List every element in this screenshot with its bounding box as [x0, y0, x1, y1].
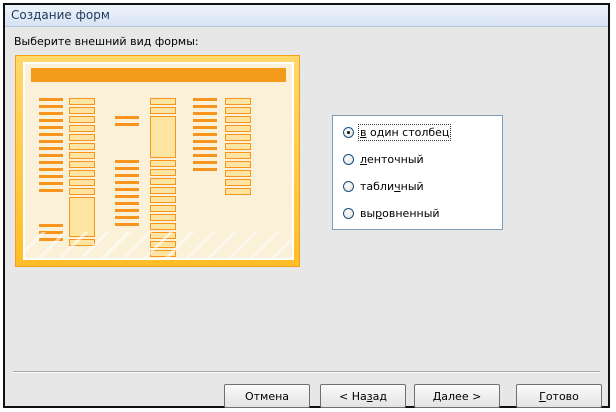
- layout-preview-image: [23, 62, 294, 260]
- option-tabular-radio[interactable]: [343, 153, 354, 165]
- preview-label-column-1: [39, 98, 63, 196]
- preview-label-column-3: [193, 98, 217, 175]
- back-button[interactable]: < На з ад: [320, 384, 406, 408]
- option-tabular-label[interactable]: ленточный: [360, 153, 424, 166]
- preview-label-column-1b: [39, 224, 63, 245]
- layout-options-group: в один столбец ленточный табличный выров…: [332, 115, 503, 230]
- option-justified-radio[interactable]: [343, 207, 354, 219]
- option-columnar[interactable]: в один столбец: [343, 123, 452, 141]
- dialog-body: Выберите внешний вид формы: в один столб…: [5, 27, 608, 408]
- next-button[interactable]: Далее >: [414, 384, 500, 408]
- preview-field-column-1: [69, 98, 95, 248]
- button-divider: [13, 371, 600, 373]
- option-columnar-radio[interactable]: [343, 126, 354, 138]
- finish-button[interactable]: Готово: [516, 384, 602, 408]
- form-wizard-dialog: Создание форм Выберите внешний вид формы…: [3, 3, 610, 408]
- layout-preview: [15, 55, 300, 267]
- title-bar[interactable]: Создание форм: [5, 5, 608, 27]
- preview-label-column-2b: [115, 160, 139, 230]
- preview-field-column-2: [150, 98, 176, 258]
- option-columnar-label[interactable]: в один столбец: [357, 123, 452, 141]
- preview-field-column-3: [225, 98, 251, 197]
- option-datasheet-label[interactable]: табличный: [360, 180, 424, 193]
- option-datasheet-radio[interactable]: [343, 180, 354, 192]
- window-title: Создание форм: [11, 8, 110, 22]
- cancel-button[interactable]: Отмена: [224, 384, 310, 408]
- option-justified[interactable]: выровненный: [343, 205, 440, 221]
- option-datasheet[interactable]: табличный: [343, 178, 424, 194]
- preview-label-column-2: [115, 116, 139, 130]
- option-tabular[interactable]: ленточный: [343, 151, 424, 167]
- preview-header-bar: [31, 68, 286, 82]
- option-justified-label[interactable]: выровненный: [360, 207, 440, 220]
- layout-prompt: Выберите внешний вид формы:: [14, 35, 199, 48]
